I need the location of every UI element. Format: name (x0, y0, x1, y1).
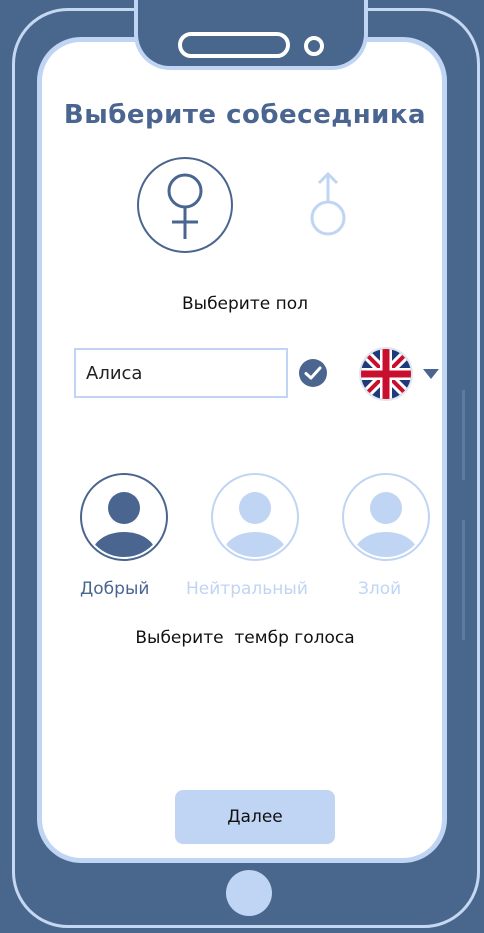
voice-evil-avatar[interactable] (341, 472, 431, 562)
voice-label-neutral[interactable]: Нейтральный (186, 579, 308, 599)
female-symbol-icon (167, 173, 203, 239)
next-button[interactable]: Далее (175, 790, 335, 844)
voice-label-kind[interactable]: Добрый (80, 579, 149, 599)
name-input[interactable] (74, 348, 288, 398)
phone-screen (37, 37, 447, 863)
gender-caption: Выберите пол (181, 294, 308, 314)
voice-caption: Выберите тембр голоса (135, 628, 355, 648)
male-symbol-icon (310, 171, 346, 236)
check-circle-icon[interactable] (298, 358, 328, 388)
uk-flag-icon[interactable] (358, 346, 414, 402)
gender-male-button[interactable] (298, 168, 358, 248)
side-button (462, 520, 465, 640)
voice-kind-avatar[interactable] (79, 472, 169, 562)
side-button (462, 390, 465, 480)
home-button[interactable] (226, 870, 272, 916)
speaker-icon (178, 32, 290, 58)
camera-icon (304, 36, 324, 56)
page-title: Выберите собеседника (63, 100, 427, 130)
voice-label-evil[interactable]: Злой (358, 579, 401, 599)
gender-female-button[interactable] (137, 157, 233, 253)
voice-neutral-avatar[interactable] (210, 472, 300, 562)
chevron-down-icon[interactable] (422, 368, 440, 380)
